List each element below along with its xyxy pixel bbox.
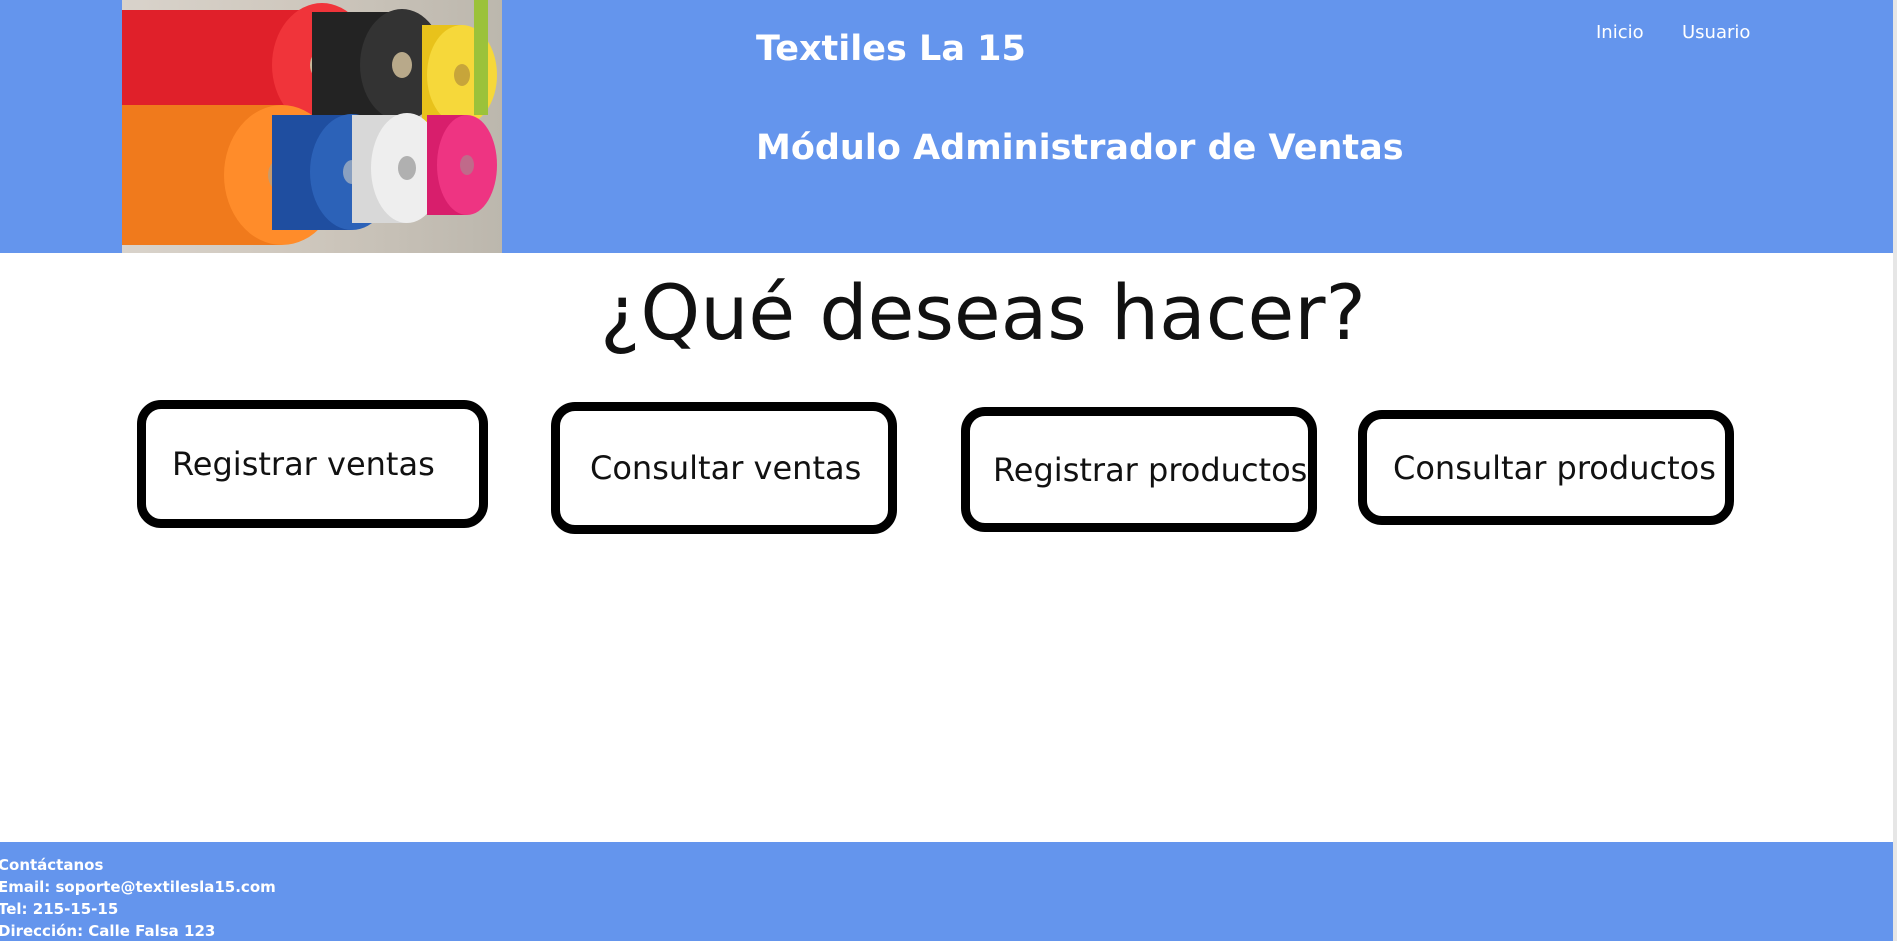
consult-sales-label: Consultar ventas bbox=[590, 449, 862, 487]
register-sales-label: Registrar ventas bbox=[172, 445, 435, 483]
site-footer: Contáctanos Email: soporte@textilesla15.… bbox=[0, 842, 1893, 941]
consult-products-button[interactable]: Consultar productos bbox=[1358, 410, 1734, 525]
footer-phone: Tel: 215-15-15 bbox=[0, 900, 119, 918]
scrollbar-edge bbox=[1893, 0, 1897, 941]
module-title: Módulo Administrador de Ventas bbox=[756, 128, 1404, 168]
register-sales-button[interactable]: Registrar ventas bbox=[137, 400, 488, 528]
footer-address: Dirección: Calle Falsa 123 bbox=[0, 922, 216, 940]
fabric-rolls-image bbox=[122, 0, 502, 253]
consult-sales-button[interactable]: Consultar ventas bbox=[551, 402, 897, 534]
consult-products-label: Consultar productos bbox=[1393, 448, 1716, 487]
site-title: Textiles La 15 bbox=[756, 29, 1026, 69]
register-products-label: Registrar productos bbox=[993, 450, 1308, 489]
site-header: Textiles La 15 Módulo Administrador de V… bbox=[0, 0, 1893, 253]
nav-link-user[interactable]: Usuario bbox=[1682, 22, 1750, 43]
footer-heading: Contáctanos bbox=[0, 856, 104, 874]
page-question-heading: ¿Qué deseas hacer? bbox=[600, 268, 1366, 357]
nav-link-home[interactable]: Inicio bbox=[1596, 22, 1644, 43]
register-products-button[interactable]: Registrar productos bbox=[961, 407, 1317, 532]
footer-email: Email: soporte@textilesla15.com bbox=[0, 878, 276, 896]
